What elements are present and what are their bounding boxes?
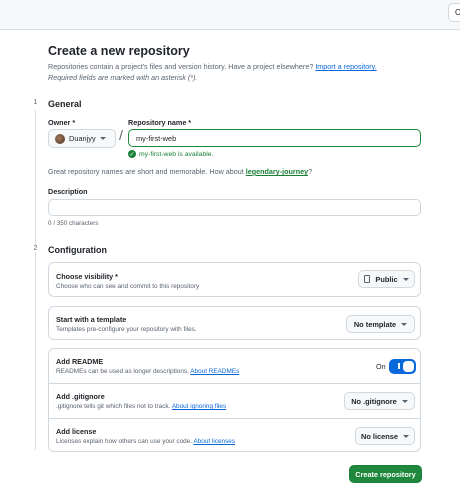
toggle-knob xyxy=(403,361,414,372)
chevron-down-icon xyxy=(99,137,106,140)
top-bar: C xyxy=(0,0,460,30)
intro-description: Repositories contain a project's files a… xyxy=(48,62,316,71)
chevron-down-icon xyxy=(401,322,408,326)
required-note: Required fields are marked with an aster… xyxy=(48,73,198,82)
intro-text: Repositories contain a project's files a… xyxy=(48,61,377,83)
gitignore-title: Add .gitignore xyxy=(56,392,105,401)
about-readmes-link[interactable]: About READMEs xyxy=(190,368,239,375)
suggestion-suffix: ? xyxy=(308,167,313,176)
visibility-card: Choose visibility * Choose who can see a… xyxy=(48,262,421,297)
suggestion-prefix: Great repository names are short and mem… xyxy=(48,167,246,176)
step-1-number: 1 xyxy=(31,99,40,106)
template-card: Start with a template Templates pre-conf… xyxy=(48,306,421,340)
gitignore-dropdown[interactable]: No .gitignore xyxy=(344,392,415,410)
repo-name-label: Repository name * xyxy=(128,118,192,127)
license-dropdown[interactable]: No license xyxy=(355,427,415,445)
license-subtitle: Licenses explain how others can use your… xyxy=(56,438,235,445)
description-label: Description xyxy=(48,187,88,196)
repo-name-input[interactable] xyxy=(128,129,421,147)
license-title: Add license xyxy=(56,427,97,436)
template-subtitle: Templates pre-configure your repository … xyxy=(56,326,197,333)
about-ignoring-files-link[interactable]: About ignoring files xyxy=(172,403,226,410)
visibility-dropdown[interactable]: Public xyxy=(358,270,415,288)
gitignore-subtitle: .gitignore tells git which files not to … xyxy=(56,403,226,410)
readme-toggle[interactable] xyxy=(389,359,416,374)
owner-dropdown[interactable]: Duanjyy xyxy=(48,129,116,148)
availability-message: ✓ my-first-web is available. xyxy=(128,150,213,158)
description-input[interactable] xyxy=(48,199,421,216)
toggle-on-mark xyxy=(398,363,400,369)
page-title: Create a new repository xyxy=(48,44,190,58)
check-circle-icon: ✓ xyxy=(128,150,136,158)
owner-repo-separator: / xyxy=(119,127,123,143)
owner-value: Duanjyy xyxy=(69,134,96,143)
chevron-down-icon xyxy=(402,277,409,281)
repo-icon xyxy=(364,275,371,283)
readme-subtitle-text: READMEs can be used as longer descriptio… xyxy=(56,368,191,375)
template-value: No template xyxy=(353,319,397,329)
readme-subtitle: READMEs can be used as longer descriptio… xyxy=(56,368,239,375)
gitignore-value: No .gitignore xyxy=(351,396,397,406)
description-char-count: 0 / 350 characters xyxy=(48,220,99,227)
visibility-subtitle: Choose who can see and commit to this re… xyxy=(56,283,200,290)
step-2-number: 2 xyxy=(31,245,40,252)
suggested-name-link[interactable]: legendary-journey xyxy=(246,167,308,176)
template-dropdown[interactable]: No template xyxy=(346,315,415,333)
gitignore-row: Add .gitignore .gitignore tells git whic… xyxy=(49,383,420,418)
name-suggestion: Great repository names are short and mem… xyxy=(48,167,312,176)
about-licenses-link[interactable]: About licenses xyxy=(193,438,235,445)
create-repository-button[interactable]: Create repository xyxy=(349,465,422,483)
chevron-down-icon xyxy=(402,434,409,438)
visibility-value: Public xyxy=(375,274,398,284)
template-title: Start with a template xyxy=(56,315,127,324)
visibility-title: Choose visibility * xyxy=(56,272,118,281)
import-repository-link[interactable]: Import a repository. xyxy=(315,62,376,71)
owner-label: Owner * xyxy=(48,118,76,127)
avatar xyxy=(55,133,65,144)
gitignore-subtitle-text: .gitignore tells git which files not to … xyxy=(56,403,172,410)
configuration-heading: Configuration xyxy=(48,245,107,255)
availability-text: my-first-web is available. xyxy=(139,150,214,158)
top-right-button[interactable]: C xyxy=(448,3,460,22)
chevron-down-icon xyxy=(401,399,408,403)
license-subtitle-text: Licenses explain how others can use your… xyxy=(56,438,194,445)
files-card: Add README READMEs can be used as longer… xyxy=(48,348,421,452)
readme-row: Add README READMEs can be used as longer… xyxy=(49,349,420,383)
readme-toggle-label: On xyxy=(376,362,386,371)
readme-title: Add README xyxy=(56,357,104,366)
license-value: No license xyxy=(361,431,398,441)
license-row: Add license Licenses explain how others … xyxy=(49,418,420,452)
steps-line xyxy=(35,110,36,450)
general-heading: General xyxy=(48,99,82,109)
